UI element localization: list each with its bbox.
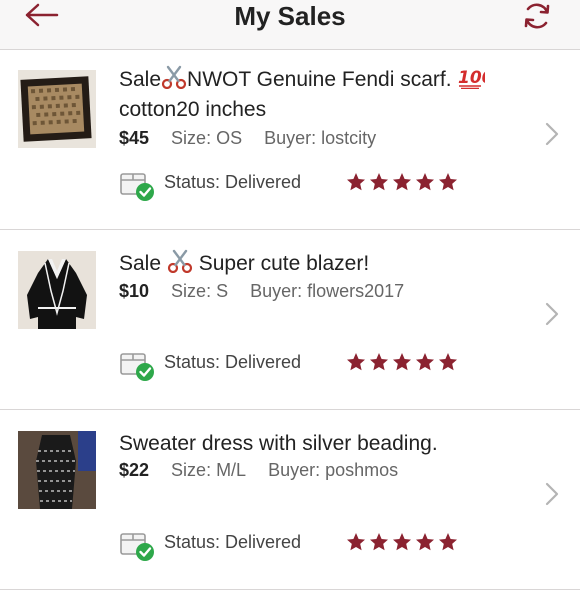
delivered-package-icon	[120, 533, 154, 561]
sales-list: Sale NWOT Genuine Fendi scarf. 100 cotton…	[0, 50, 580, 590]
page-title: My Sales	[234, 1, 346, 31]
sale-buyer: Buyer: flowers2017	[250, 281, 405, 301]
app-header: My Sales	[0, 0, 580, 50]
star-icon	[416, 173, 434, 191]
star-icon	[439, 353, 457, 371]
chevron-right-icon[interactable]	[545, 122, 559, 146]
sale-price: $45	[119, 128, 150, 148]
star-icon	[416, 533, 434, 551]
sale-status: Status: Delivered	[119, 168, 539, 202]
star-icon	[439, 173, 457, 191]
product-thumbnail-blazer	[18, 251, 96, 329]
sale-row-blazer[interactable]: Sale Super cute blazer! $10 Size: S Buyer:…	[0, 230, 580, 410]
sale-title-part1: Sale	[119, 68, 162, 91]
sale-status: Status: Delivered	[119, 348, 539, 382]
star-icon	[439, 533, 457, 551]
sale-title-part2: NWOT Genuine Fendi scarf.	[187, 68, 452, 91]
sale-title: Sale Super cute blazer!	[119, 249, 539, 279]
scissors-icon	[161, 65, 187, 89]
sale-title-part3: cotton20 inches	[119, 98, 267, 121]
star-icon	[347, 353, 365, 371]
status-label: Status: Delivered	[164, 352, 302, 372]
sale-row-fendi-scarf[interactable]: Sale NWOT Genuine Fendi scarf. 100 cotton…	[0, 50, 580, 230]
product-thumbnail-scarf	[18, 70, 96, 148]
star-icon	[393, 173, 411, 191]
scissors-icon	[167, 249, 192, 273]
star-icon	[393, 353, 411, 371]
delivered-package-icon	[120, 173, 154, 201]
sale-price: $22	[119, 460, 150, 480]
status-label: Status: Delivered	[164, 532, 302, 552]
status-label: Status: Delivered	[164, 172, 302, 192]
svg-text:100: 100	[458, 68, 485, 88]
star-icon	[347, 173, 365, 191]
star-icon	[347, 533, 365, 551]
sale-price: $10	[119, 281, 150, 301]
star-icon	[370, 173, 388, 191]
sale-title: Sweater dress with silver beading.	[119, 429, 539, 459]
sale-row-sweater-dress[interactable]: Sweater dress with silver beading. $22 Si…	[0, 410, 580, 590]
rating-stars	[346, 172, 461, 194]
sale-title-part1: Sweater dress with silver beading.	[119, 432, 438, 455]
refresh-icon[interactable]	[521, 0, 553, 32]
sale-meta: $22 Size: M/L Buyer: poshmos	[119, 460, 398, 481]
sale-title: Sale NWOT Genuine Fendi scarf. 100 cotton…	[119, 65, 539, 125]
sale-meta: $10 Size: S Buyer: flowers2017	[119, 281, 404, 302]
star-icon	[393, 533, 411, 551]
star-icon	[416, 353, 434, 371]
star-icon	[370, 353, 388, 371]
sale-title-part2: Super cute blazer!	[198, 252, 370, 275]
hundred-points-icon: 100	[458, 68, 485, 89]
product-thumbnail-dress	[18, 431, 96, 509]
chevron-right-icon[interactable]	[545, 482, 559, 506]
sale-buyer: Buyer: poshmos	[268, 460, 399, 480]
sale-meta: $45 Size: OS Buyer: lostcity	[119, 128, 376, 149]
chevron-right-icon[interactable]	[545, 302, 559, 326]
rating-stars	[346, 532, 461, 554]
delivered-package-icon	[120, 353, 154, 381]
sale-status: Status: Delivered	[119, 528, 539, 562]
rating-stars	[346, 352, 461, 374]
star-icon	[370, 533, 388, 551]
sale-size: Size: OS	[171, 128, 243, 148]
sale-buyer: Buyer: lostcity	[264, 128, 377, 148]
sale-size: Size: M/L	[171, 460, 247, 480]
sale-title-part1: Sale	[119, 252, 162, 275]
sale-size: Size: S	[171, 281, 229, 301]
